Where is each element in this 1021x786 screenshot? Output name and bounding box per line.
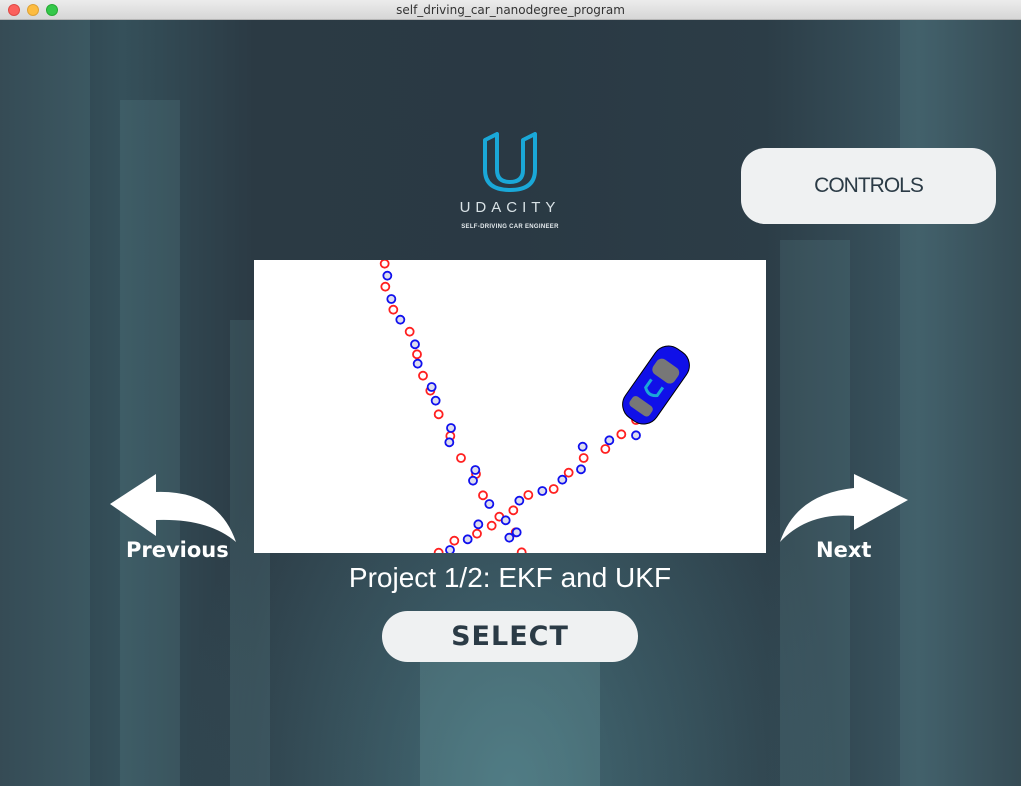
lidar-marker bbox=[616, 429, 627, 440]
radar-marker bbox=[382, 270, 393, 281]
radar-marker bbox=[557, 474, 568, 485]
radar-marker bbox=[444, 437, 455, 448]
lidar-marker bbox=[380, 281, 391, 292]
radar-marker bbox=[445, 545, 455, 553]
radar-marker bbox=[470, 465, 481, 475]
radar-marker bbox=[426, 382, 437, 392]
lidar-marker bbox=[548, 484, 559, 494]
radar-marker bbox=[576, 464, 586, 475]
window-title: self_driving_car_nanodegree_program bbox=[396, 3, 625, 17]
radar-marker bbox=[410, 339, 420, 350]
radar-marker bbox=[412, 358, 423, 369]
udacity-u-icon bbox=[483, 132, 537, 192]
radar-marker bbox=[504, 532, 515, 543]
controls-button[interactable]: CONTROLS bbox=[741, 148, 996, 224]
lidar-marker bbox=[449, 535, 460, 546]
lidar-marker bbox=[418, 370, 428, 381]
radar-marker bbox=[430, 395, 441, 406]
lidar-marker bbox=[578, 453, 589, 463]
lidar-marker bbox=[433, 547, 444, 553]
next-button[interactable]: Next bbox=[778, 472, 913, 567]
lidar-marker bbox=[404, 326, 415, 337]
radar-marker bbox=[484, 499, 495, 509]
menu-scene: UDACITY SELF-DRIVING CAR ENGINEER CONTRO… bbox=[0, 20, 1021, 786]
project-preview-image bbox=[254, 260, 766, 553]
radar-marker bbox=[537, 486, 548, 496]
logo-name: UDACITY bbox=[459, 199, 561, 216]
select-button[interactable]: SELECT bbox=[382, 611, 638, 662]
radar-marker bbox=[462, 534, 473, 545]
radar-marker bbox=[446, 423, 456, 433]
radar-marker bbox=[631, 430, 641, 441]
car-icon bbox=[622, 345, 690, 425]
radar-marker bbox=[395, 314, 406, 325]
radar-marker bbox=[473, 519, 484, 530]
project-caption: Project 1/2: EKF and UKF bbox=[348, 562, 672, 593]
previous-button[interactable]: Previous bbox=[108, 472, 243, 567]
lidar-marker bbox=[456, 453, 466, 463]
lidar-marker bbox=[379, 260, 390, 269]
radar-marker bbox=[577, 441, 588, 452]
lidar-marker bbox=[388, 304, 399, 315]
radar-marker bbox=[511, 527, 522, 538]
arrow-left-icon bbox=[110, 474, 236, 542]
udacity-logo: UDACITY SELF-DRIVING CAR ENGINEER bbox=[440, 132, 580, 230]
radar-marker bbox=[468, 475, 478, 486]
trajectory-preview bbox=[379, 260, 690, 553]
lidar-marker bbox=[486, 520, 497, 531]
radar-marker bbox=[386, 294, 397, 304]
lidar-marker bbox=[433, 409, 444, 420]
radar-marker bbox=[500, 515, 511, 526]
lidar-marker bbox=[478, 490, 488, 501]
lidar-marker bbox=[563, 467, 574, 478]
next-label: Next bbox=[816, 538, 872, 562]
lidar-marker bbox=[508, 505, 519, 516]
lidar-marker bbox=[600, 444, 611, 454]
lidar-marker bbox=[516, 547, 527, 553]
lidar-marker bbox=[412, 349, 422, 360]
arrow-right-icon bbox=[780, 474, 908, 542]
lidar-marker bbox=[472, 528, 482, 539]
lidar-marker bbox=[523, 490, 534, 500]
logo-subtitle: SELF-DRIVING CAR ENGINEER bbox=[461, 224, 559, 230]
window-titlebar: self_driving_car_nanodegree_program bbox=[0, 0, 1021, 20]
previous-label: Previous bbox=[126, 538, 229, 562]
radar-marker bbox=[604, 435, 615, 446]
radar-marker bbox=[514, 495, 525, 506]
